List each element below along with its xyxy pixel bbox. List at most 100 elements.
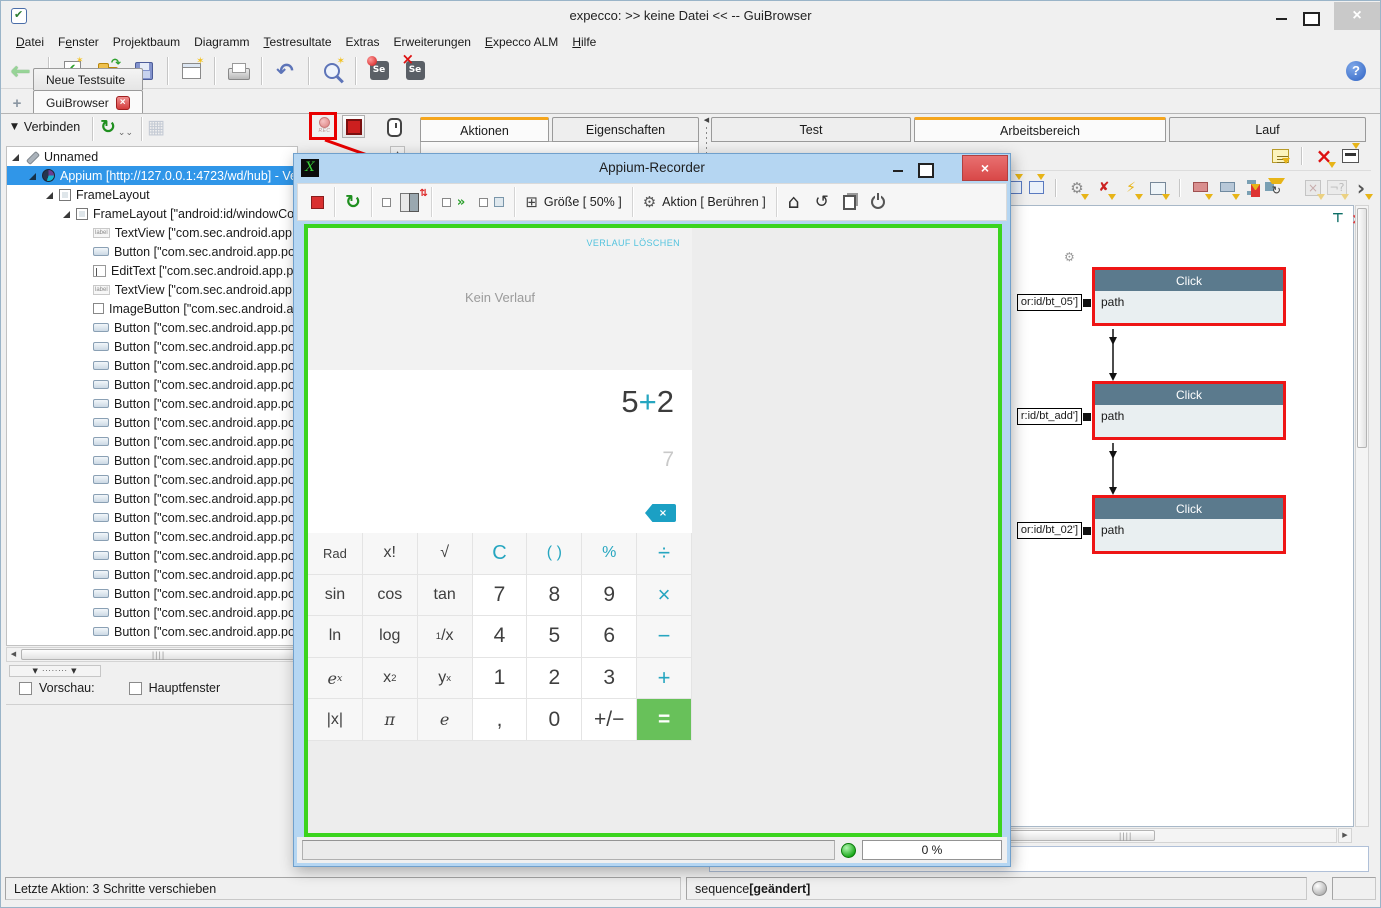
tree-item-button[interactable]: Button ["com.sec.android.app.pop: [7, 546, 297, 565]
follow-actions-button[interactable]: »: [435, 187, 472, 217]
print-button[interactable]: [220, 56, 256, 86]
device-power-button[interactable]: [864, 187, 892, 217]
calc-key-item[interactable]: ×: [637, 575, 692, 617]
calc-key-item[interactable]: √: [418, 533, 473, 575]
scrollbar-thumb[interactable]: [1357, 208, 1367, 448]
tree-horizontal-scrollbar[interactable]: ◀: [6, 647, 298, 662]
recorder-close-button[interactable]: ×: [962, 155, 1008, 181]
gray-help-icon[interactable]: [1327, 178, 1347, 198]
node-down-icon[interactable]: [1191, 178, 1211, 198]
new-window-button[interactable]: [173, 56, 209, 86]
win-plus2-icon[interactable]: [1029, 181, 1044, 194]
calc-key-ln[interactable]: ln: [308, 616, 363, 658]
se-stop-button[interactable]: [397, 56, 433, 86]
undo-button[interactable]: [267, 56, 303, 86]
calc-key-x[interactable]: x!: [363, 533, 418, 575]
menu-erweiterungen[interactable]: Erweiterungen: [387, 32, 478, 52]
calc-key-sin[interactable]: sin: [308, 575, 363, 617]
menu-fenster[interactable]: Fenster: [51, 32, 106, 52]
node2-down-icon[interactable]: [1218, 178, 1238, 198]
gray-cut-icon[interactable]: [1303, 178, 1323, 198]
canvas-vertical-scrollbar[interactable]: [1355, 205, 1369, 827]
menu-extras[interactable]: Extras: [339, 32, 387, 52]
recorder-stop-button[interactable]: [303, 187, 331, 217]
size-button[interactable]: ⊞Größe [ 50% ]: [518, 187, 628, 217]
device-overview-button[interactable]: [836, 187, 864, 217]
menu-hilfe[interactable]: Hilfe: [565, 32, 603, 52]
menu-expecco-alm[interactable]: Expecco ALM: [478, 32, 565, 52]
expander-icon[interactable]: [11, 152, 21, 162]
device-sync-button[interactable]: ⇄: [375, 187, 428, 217]
calc-key-item[interactable]: ÷: [637, 533, 692, 575]
tab-guibrowser[interactable]: GuiBrowser×: [33, 90, 143, 114]
tree-item-button[interactable]: Button ["com.sec.android.app.pop: [7, 337, 297, 356]
scroll-left-arrow[interactable]: ◀: [7, 648, 20, 661]
tab-test[interactable]: Test: [711, 117, 911, 142]
tree-item-edittext[interactable]: EditText ["com.sec.android.app.po: [7, 261, 297, 280]
calc-key-e[interactable]: e: [418, 699, 473, 741]
calc-key-item[interactable]: −: [637, 616, 692, 658]
menu-testresultate[interactable]: Testresultate: [256, 32, 338, 52]
block-input-label[interactable]: or:id/bt_02']: [1017, 522, 1082, 539]
menu-diagramm[interactable]: Diagramm: [187, 32, 256, 52]
action-block[interactable]: Clickpath: [1092, 381, 1286, 440]
calc-key-item[interactable]: ( ): [527, 533, 582, 575]
se-record-button[interactable]: [361, 56, 397, 86]
calc-key-item[interactable]: +/−: [582, 699, 637, 741]
gear-down-icon[interactable]: [1067, 178, 1087, 198]
tab-aktionen[interactable]: Aktionen: [420, 117, 549, 142]
calc-key-9[interactable]: 9: [582, 575, 637, 617]
checkbox-icon[interactable]: [19, 682, 32, 695]
device-home-button[interactable]: ⌂: [780, 187, 808, 217]
connect-button[interactable]: ▼ Verbinden: [11, 120, 80, 134]
tree-item-textview[interactable]: TextView ["com.sec.android.app.p: [7, 280, 297, 299]
tree-item-button[interactable]: Button ["com.sec.android.app.pop: [7, 527, 297, 546]
tab-lauf[interactable]: Lauf: [1169, 117, 1366, 142]
pin-icon[interactable]: [1332, 211, 1344, 226]
scrollbar-thumb[interactable]: [21, 649, 296, 660]
calc-key-6[interactable]: 6: [582, 616, 637, 658]
calc-key-4[interactable]: 4: [473, 616, 528, 658]
menu-projektbaum[interactable]: Projektbaum: [106, 32, 187, 52]
chevron-right-icon[interactable]: [1351, 178, 1371, 198]
action-block[interactable]: Clickpath: [1092, 495, 1286, 554]
maximize-button[interactable]: [1298, 5, 1324, 27]
search-clock-button[interactable]: [314, 56, 350, 86]
clear-history-button[interactable]: VERLAUF LÖSCHEN: [586, 238, 680, 248]
tree-item-framelayout[interactable]: FrameLayout: [7, 185, 297, 204]
calc-key-item[interactable]: +: [637, 658, 692, 700]
calc-key-cos[interactable]: cos: [363, 575, 418, 617]
mainwindow-checkbox[interactable]: Hauptfenster: [129, 681, 221, 695]
close-button[interactable]: ×: [1334, 2, 1380, 30]
recorder-maximize-button[interactable]: [914, 156, 938, 180]
expander-icon[interactable]: [62, 209, 72, 219]
refresh-block-icon[interactable]: [1264, 178, 1284, 198]
calc-key-x[interactable]: |x|: [308, 699, 363, 741]
calc-key-rad[interactable]: Rad: [308, 533, 363, 575]
tab-arbeitsbereich[interactable]: Arbeitsbereich: [914, 117, 1166, 142]
calc-key-item[interactable]: =: [637, 699, 692, 741]
tree-item-button[interactable]: Button ["com.sec.android.app.pop: [7, 489, 297, 508]
checkbox-icon[interactable]: [129, 682, 142, 695]
calc-key-5[interactable]: 5: [527, 616, 582, 658]
calc-key-log[interactable]: log: [363, 616, 418, 658]
splitter-handle[interactable]: [9, 665, 101, 677]
tree-item-button[interactable]: Button ["com.sec.android.app.pop: [7, 451, 297, 470]
tree-item-button[interactable]: Button ["com.sec.android.app.pop: [7, 622, 297, 641]
tree-item-button[interactable]: Button ["com.sec.android.app.pop: [7, 356, 297, 375]
tree-item-textview[interactable]: TextView ["com.sec.android.app.p: [7, 223, 297, 242]
tab-eigenschaften[interactable]: Eigenschaften: [552, 117, 699, 142]
add-tab-button[interactable]: +: [7, 94, 27, 114]
block-input-label[interactable]: or:id/bt_05']: [1017, 294, 1082, 311]
refresh-button[interactable]: ↻ ⌄⌄: [100, 116, 133, 138]
calc-key-c[interactable]: C: [473, 533, 528, 575]
tree-item-button[interactable]: Button ["com.sec.android.app.pop: [7, 508, 297, 527]
calc-key-7[interactable]: 7: [473, 575, 528, 617]
tab-close-icon[interactable]: ×: [116, 96, 130, 110]
calc-key-3[interactable]: 3: [582, 658, 637, 700]
calc-key-item[interactable]: π: [363, 699, 418, 741]
ibeam-icon[interactable]: [1245, 178, 1257, 198]
calc-key-8[interactable]: 8: [527, 575, 582, 617]
tree-item-button[interactable]: Button ["com.sec.android.app.pop: [7, 242, 297, 261]
tree-item-button[interactable]: Button ["com.sec.android.app.pop: [7, 318, 297, 337]
